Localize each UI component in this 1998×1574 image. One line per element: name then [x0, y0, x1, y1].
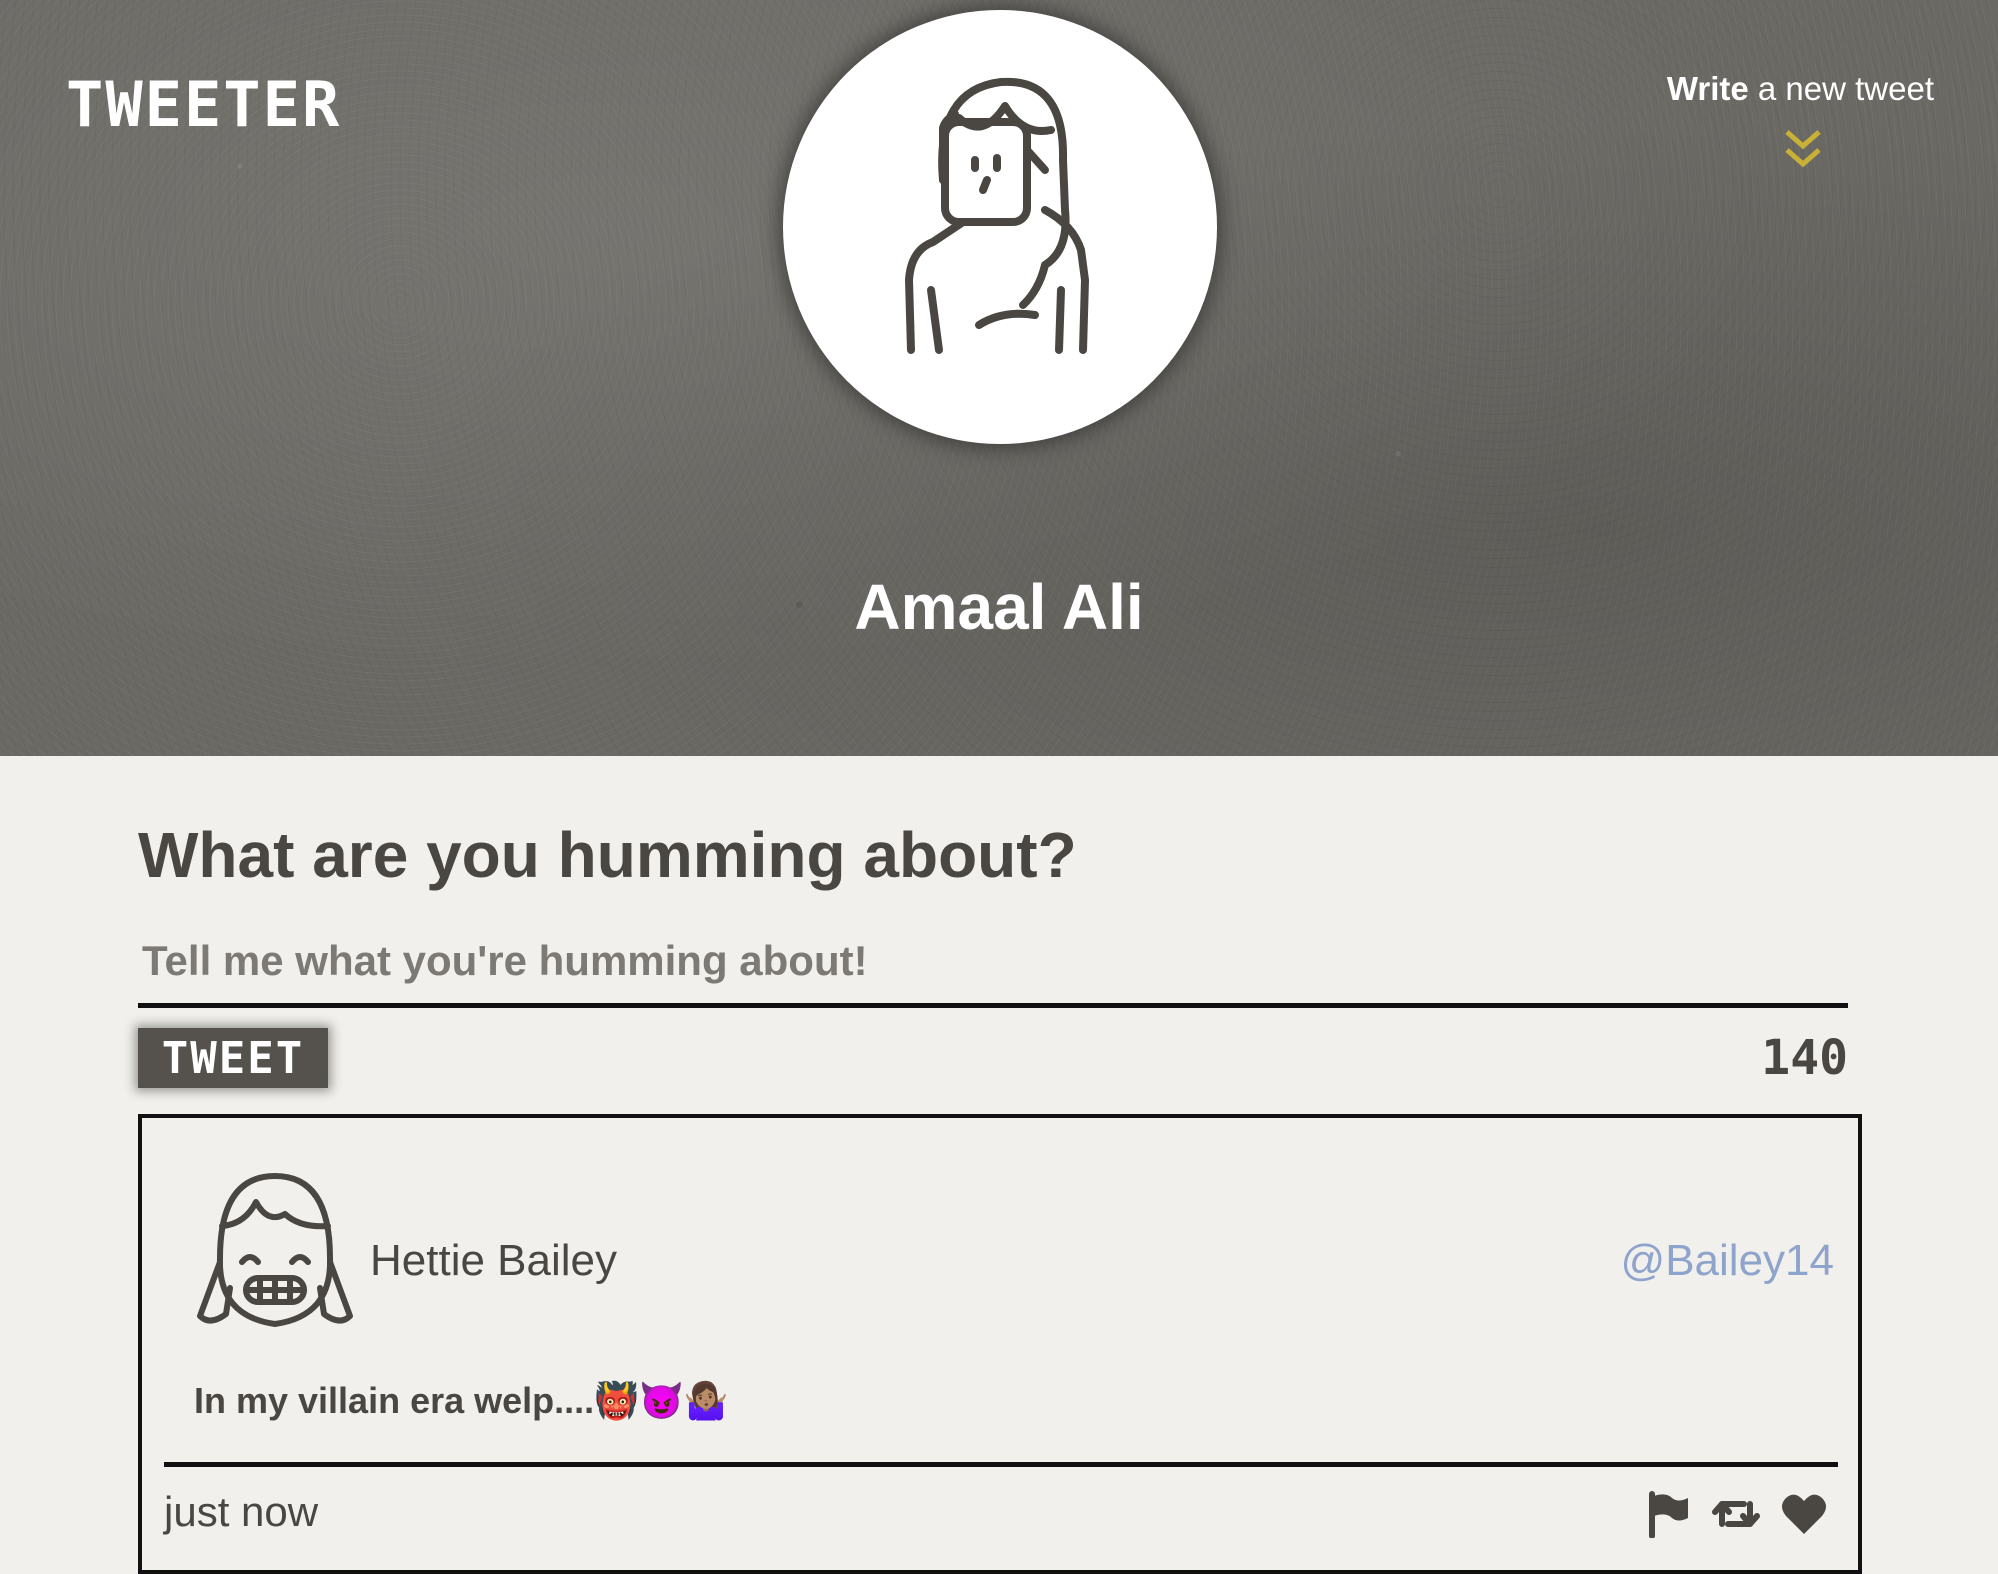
- brand-logo[interactable]: TWEETER: [66, 68, 341, 141]
- character-counter: 140: [1761, 1030, 1848, 1086]
- tweet-author-handle[interactable]: @Bailey14: [1621, 1236, 1834, 1286]
- compose-title: What are you humming about?: [138, 819, 1077, 891]
- tweet-actions: [1644, 1490, 1828, 1539]
- retweet-icon[interactable]: [1712, 1490, 1760, 1538]
- tweet-timestamp: just now: [164, 1488, 319, 1535]
- tweet-author-name[interactable]: Hettie Bailey: [370, 1236, 617, 1286]
- write-new-tweet-link[interactable]: Write a new tweet: [1614, 70, 1934, 108]
- double-chevron-down-icon[interactable]: [1783, 128, 1823, 172]
- tweet-text: In my villain era welp....👹😈🤷🏽‍♀️: [194, 1380, 729, 1421]
- heart-icon[interactable]: [1780, 1490, 1828, 1538]
- tweet-card: Hettie Bailey @Bailey14 In my villain er…: [138, 1114, 1862, 1574]
- profile-header: TWEETER Write a new tweet Amaal Ali: [0, 0, 1998, 756]
- woman-avatar-icon: [905, 77, 1089, 354]
- flag-icon[interactable]: [1644, 1490, 1692, 1539]
- profile-name: Amaal Ali: [854, 571, 1144, 643]
- tweet-input[interactable]: [138, 918, 1848, 1008]
- write-link-bold: Write: [1666, 70, 1749, 107]
- write-link-text: a new tweet: [1748, 70, 1934, 107]
- girl-avatar-icon: [197, 1173, 353, 1327]
- tweet-button[interactable]: TWEET: [138, 1028, 328, 1088]
- profile-avatar: [783, 10, 1217, 444]
- tweet-divider: [164, 1462, 1838, 1467]
